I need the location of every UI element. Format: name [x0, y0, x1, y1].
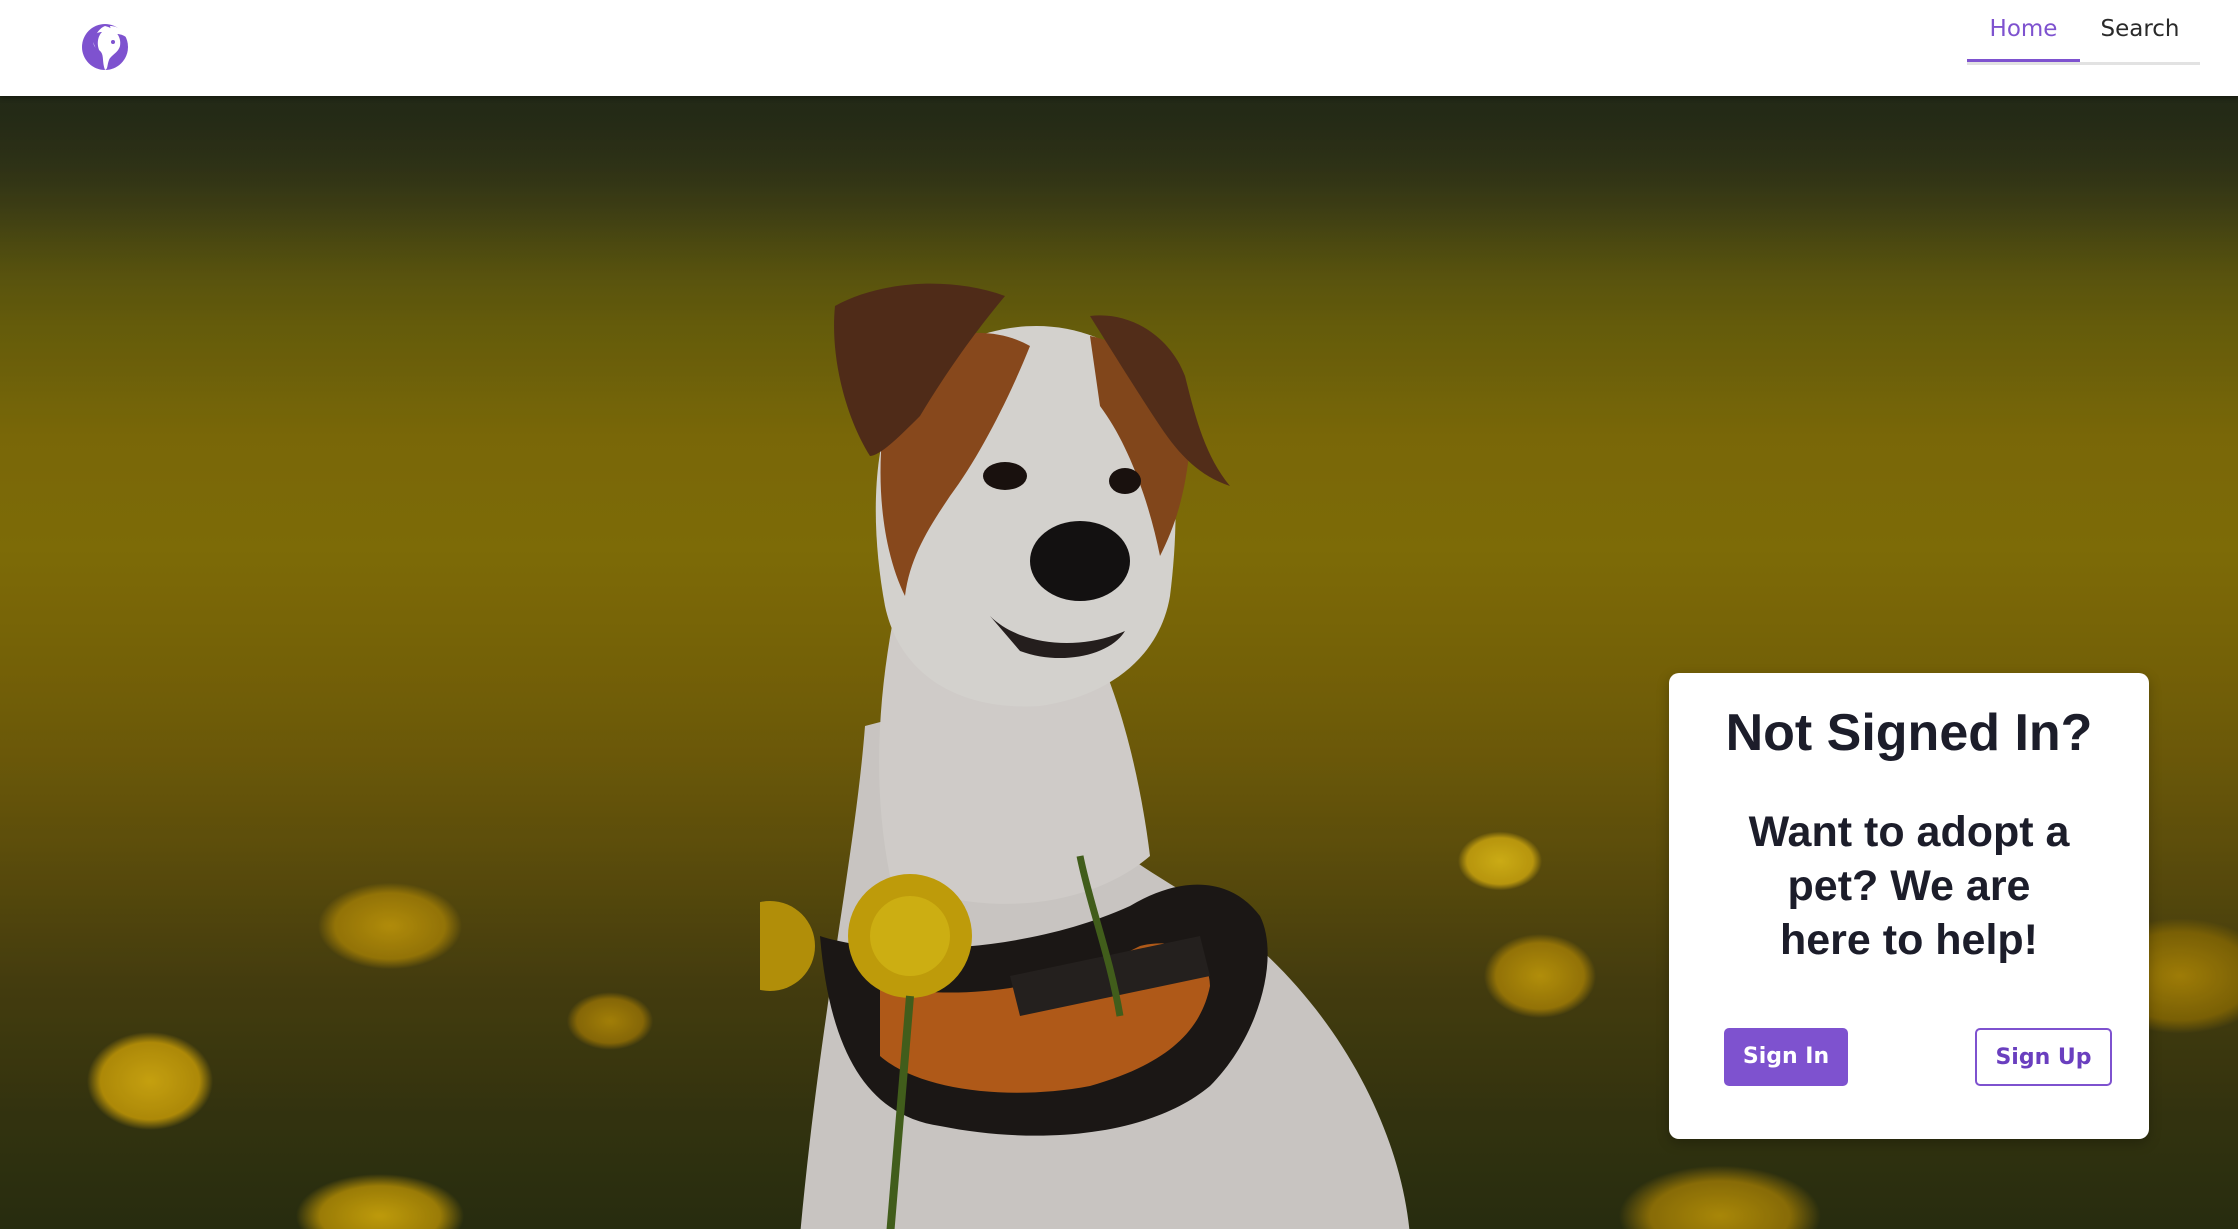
not-signed-in-card: Not Signed In? Want to adopt a pet? We a… — [1669, 673, 2149, 1139]
card-title: Not Signed In? — [1725, 704, 2093, 762]
app-root: Home Search Not Signed In? Want to adopt… — [0, 0, 2238, 1229]
card-subtitle: Want to adopt a pet? We are here to help… — [1748, 808, 2070, 964]
tab-home[interactable]: Home — [1967, 0, 2080, 62]
nav-tabs: Home Search — [1967, 0, 2200, 65]
pet-head-logo-icon[interactable] — [80, 22, 130, 72]
tab-search[interactable]: Search — [2080, 0, 2200, 59]
top-navbar: Home Search — [0, 0, 2238, 96]
sign-in-button[interactable]: Sign In — [1724, 1028, 1848, 1086]
sign-up-button[interactable]: Sign Up — [1975, 1028, 2112, 1086]
